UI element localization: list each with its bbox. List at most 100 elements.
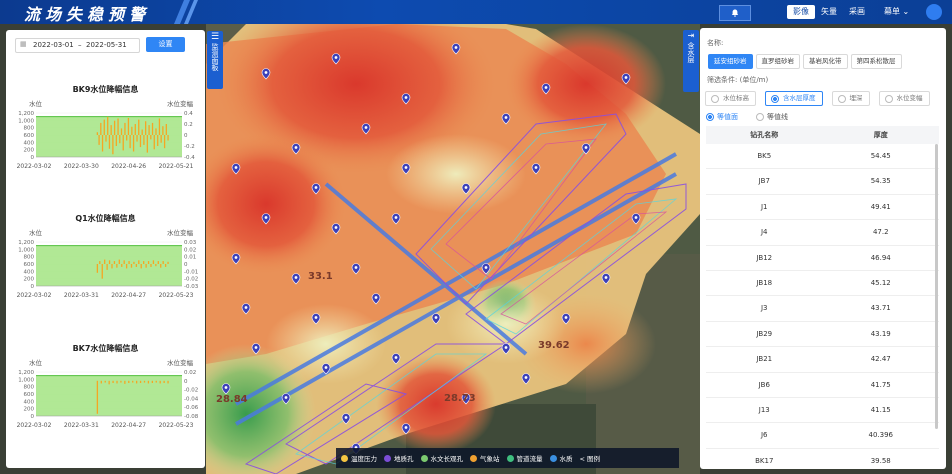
borehole-name-cell: J13 <box>758 405 770 414</box>
variation-bar <box>167 261 169 264</box>
table-row[interactable]: BK17 39.58 <box>706 449 939 469</box>
variation-bar <box>130 264 133 268</box>
table-row[interactable]: BK5 54.45 <box>706 144 939 170</box>
thickness-cell: 43.71 <box>870 304 891 313</box>
user-avatar-icon[interactable] <box>926 4 942 20</box>
table-row[interactable]: JB21 42.47 <box>706 347 939 373</box>
variation-bar <box>155 128 157 135</box>
monitor-panel-tab[interactable]: ☰ 监测面板 <box>207 31 223 89</box>
variation-bar <box>104 259 106 264</box>
menu-label: 幕单 <box>884 7 900 16</box>
variation-bar <box>131 126 133 135</box>
mode-radio-line[interactable]: 等值线 <box>756 112 788 122</box>
filter-label: 筛选条件: (单位/m) <box>707 76 769 84</box>
variation-bar <box>151 122 154 135</box>
table-row[interactable]: J1 49.41 <box>706 195 939 221</box>
date-range-picker[interactable]: ▦ 2022-03-01 – 2022-05-31 <box>15 38 140 53</box>
menu-dropdown[interactable]: 幕单 ⌄ <box>884 6 909 17</box>
thickness-cell: 49.41 <box>870 202 891 211</box>
y2-tick-label: -0.4 <box>184 155 195 161</box>
map-canvas[interactable]: 33.1 39.62 28.73 28.84 <box>206 24 700 474</box>
top-bar: 流场失稳预警 影像 矢量 采画 幕单 ⌄ <box>0 0 952 24</box>
map-type-terrain[interactable]: 采画 <box>843 5 871 19</box>
filter-options: 水位标高 含水层厚度 埋深 水位变幅 <box>705 91 930 106</box>
variation-bar <box>158 118 161 135</box>
x-tick-label: 2022-05-23 <box>159 292 194 299</box>
layer-tab[interactable]: 延安组砂岩 <box>708 54 753 69</box>
variation-bar <box>143 380 146 383</box>
variation-bar <box>103 119 105 135</box>
right-panel: 名称: 延安组砂岩 直罗组砂岩 基岩风化带 第四系松散层 筛选条件: (单位/m… <box>700 28 946 469</box>
variation-bar <box>155 264 157 267</box>
set-button[interactable]: 设置 <box>146 37 185 52</box>
variation-bar <box>110 125 112 135</box>
x-tick-label: 2022-03-31 <box>64 422 99 429</box>
menu-icon: ☰ <box>210 32 220 42</box>
layer-tab[interactable]: 直罗组砂岩 <box>755 54 800 69</box>
water-level-chart: BK7水位降幅信息 水位 水位变幅 1,200 1,000 800 600 400 200… <box>6 343 205 453</box>
variation-bar <box>146 135 149 153</box>
layer-tab[interactable]: 基岩风化带 <box>803 54 848 69</box>
variation-bar <box>96 132 99 135</box>
x-tick-label: 2022-03-02 <box>17 163 52 170</box>
variation-bar <box>112 380 114 383</box>
map-type-imagery[interactable]: 影像 <box>787 5 815 19</box>
map-value-label: 28.84 <box>216 394 248 405</box>
borehole-name-cell: JB7 <box>758 177 770 186</box>
collapse-right-icon: ⇥ <box>687 31 695 40</box>
table-row[interactable]: J3 43.71 <box>706 296 939 322</box>
filter-radio[interactable]: 含水层厚度 <box>765 91 823 106</box>
filter-radio[interactable]: 水位变幅 <box>878 91 930 106</box>
table-row[interactable]: JB12 46.94 <box>706 246 939 271</box>
chart-plot: 1,2001,00080060040020000.020-0.02-0.04-0… <box>17 370 199 429</box>
variation-bar <box>124 380 126 384</box>
layer-tab[interactable]: 第四系松散层 <box>850 54 902 69</box>
variation-bar <box>96 380 99 414</box>
variation-bar <box>96 264 99 273</box>
y-tick-label: 1,200 <box>18 240 34 246</box>
y2-tick-label: -0.01 <box>184 269 198 275</box>
legend-item[interactable]: 水质 <box>549 453 573 463</box>
variation-bar <box>101 135 104 152</box>
variation-bar <box>143 261 145 264</box>
table-row[interactable]: JB18 45.12 <box>706 271 939 297</box>
water-level-chart: Q1水位降幅信息 水位 水位变幅 1,200 1,000 800 600 400 200 0… <box>6 213 205 323</box>
legend-item[interactable]: 温度压力 <box>341 453 377 463</box>
variation-bar <box>165 124 167 135</box>
legend-marker-icon <box>341 454 348 462</box>
x-tick-label: 2022-05-23 <box>159 422 194 429</box>
variation-bar <box>124 122 126 135</box>
table-row[interactable]: JB29 43.19 <box>706 322 939 348</box>
table-row[interactable]: J6 40.396 <box>706 423 939 449</box>
legend-item[interactable]: 地质孔 <box>384 453 414 463</box>
table-row[interactable]: J4 47.2 <box>706 220 939 246</box>
borehole-name-cell: J3 <box>760 304 768 313</box>
filter-radio[interactable]: 水位标高 <box>705 91 756 106</box>
legend-item[interactable]: 管道流量 <box>506 453 543 463</box>
table-row[interactable]: J13 41.15 <box>706 398 939 424</box>
variation-bar <box>104 380 106 383</box>
legend-toggle-button[interactable]: < 图例 <box>580 453 601 463</box>
filter-radio[interactable]: 埋深 <box>831 91 870 106</box>
x-tick-label: 2022-04-27 <box>111 422 146 429</box>
table-row[interactable]: JB7 54.35 <box>706 169 939 195</box>
y-tick-label: 1,000 <box>18 118 34 124</box>
y2-tick-label: 0.03 <box>184 240 197 246</box>
monitor-panel-tab-label: 监测面板 <box>211 43 219 71</box>
map-type-vector[interactable]: 矢量 <box>815 5 843 19</box>
y-tick-label: 200 <box>24 148 35 154</box>
variation-bar <box>138 119 140 135</box>
bell-button[interactable] <box>719 5 751 21</box>
legend-item[interactable]: 水文长观孔 <box>420 453 463 463</box>
mode-radio-surface[interactable]: 等值面 <box>706 112 738 122</box>
legend-item[interactable]: 气象站 <box>470 453 500 463</box>
variation-bar <box>147 261 150 264</box>
y-tick-label: 400 <box>24 269 35 275</box>
y-tick-label: 1,200 <box>18 370 34 376</box>
legend-label: 地质孔 <box>394 455 414 463</box>
variation-bar <box>116 380 118 384</box>
legend-marker-icon <box>470 454 477 462</box>
aquifer-tab[interactable]: ⇥ 含水层 <box>683 30 699 92</box>
table-row[interactable]: JB6 41.75 <box>706 373 939 398</box>
table-scrollbar[interactable] <box>935 144 938 429</box>
